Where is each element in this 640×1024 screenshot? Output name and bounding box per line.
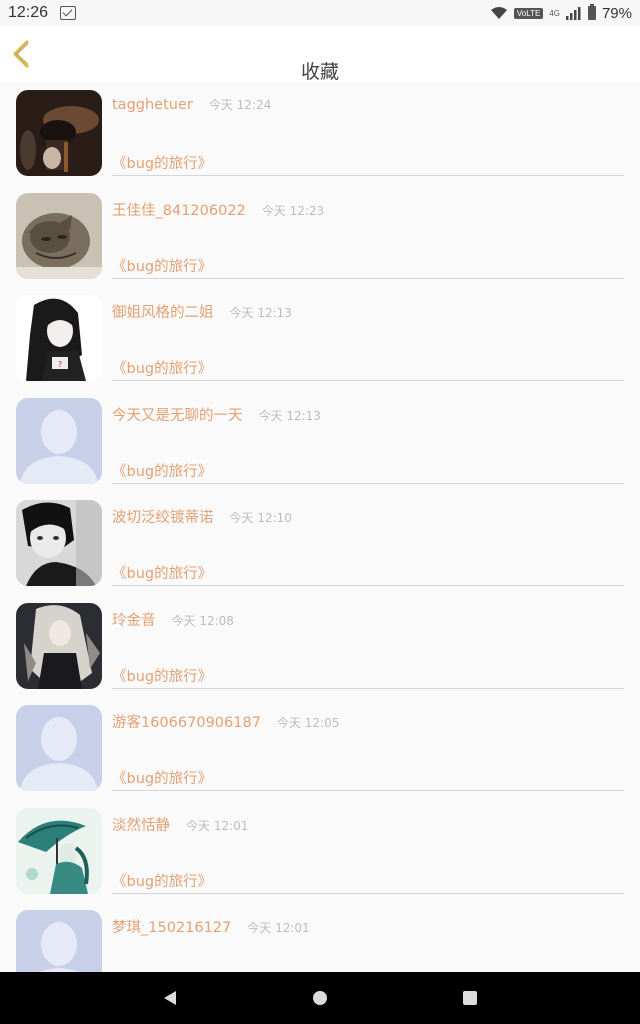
default-avatar[interactable] [16, 705, 102, 791]
favorites-list: tagghetuer 今天 12:24 《bug的旅行》 王佳佳_84120602… [0, 82, 640, 972]
book-title[interactable]: 《bug的旅行》 [112, 562, 212, 583]
user-name: 御姐风格的二姐 [112, 305, 214, 321]
item-name: 玲金音 今天 12:08 [112, 609, 234, 630]
book-title[interactable]: 《bug的旅行》 [112, 870, 212, 891]
home-circle-icon[interactable] [310, 988, 330, 1008]
svg-text:?: ? [58, 360, 62, 369]
item-time: 今天 12:24 [208, 98, 272, 112]
divider [112, 585, 624, 586]
list-item[interactable]: ? 御姐风格的二姐 今天 12:13 《bug的旅行》 [0, 287, 640, 390]
item-time: 今天 12:13 [229, 306, 292, 320]
list-item[interactable]: 游客1606670906187 今天 12:05 《bug的旅行》 [0, 697, 640, 800]
user-name: 王佳佳_841206022 [112, 202, 246, 219]
header: 收藏 [0, 26, 640, 83]
item-name: 今天又是无聊的一天 今天 12:13 [112, 404, 321, 425]
item-name: 御姐风格的二姐 今天 12:13 [112, 301, 292, 322]
divider [112, 892, 624, 894]
anime-silver-hair-avatar[interactable] [16, 602, 102, 689]
book-title[interactable]: 《bug的旅行》 [112, 152, 212, 173]
item-name: 淡然恬静 今天 12:01 [112, 814, 248, 835]
user-name: 梦琪_150216127 [112, 920, 232, 936]
book-title[interactable]: 《bug的旅行》 [112, 665, 212, 686]
book-title[interactable]: 《bug的旅行》 [112, 255, 212, 276]
book-title[interactable]: 《bug的旅行》 [112, 767, 212, 788]
bw-portrait-avatar[interactable] [16, 500, 102, 586]
divider [112, 482, 624, 484]
list-item[interactable]: 王佳佳_841206022 今天 12:23 《bug的旅行》 [0, 185, 640, 288]
divider [112, 277, 624, 279]
notification-icon [60, 6, 77, 20]
item-name: 游客1606670906187 今天 12:05 [112, 711, 339, 732]
user-name: 游客1606670906187 [112, 715, 261, 731]
list-item[interactable]: 今天又是无聊的一天 今天 12:13 《bug的旅行》 [0, 390, 640, 493]
status-bar: 12:26 VoLTE 4G 79% [0, 0, 640, 26]
item-time: 今天 12:13 [258, 408, 321, 423]
list-item[interactable]: 玲金音 今天 12:08 《bug的旅行》 [0, 595, 640, 698]
divider [112, 687, 624, 689]
cat-photo-avatar[interactable] [16, 192, 102, 279]
list-item[interactable]: 淡然恬静 今天 12:01 《bug的旅行》 [0, 800, 640, 903]
user-name: 淡然恬静 [112, 817, 170, 834]
battery-icon [587, 4, 596, 20]
list-item[interactable]: 波切泛绞镀蒂诺 今天 12:10 《bug的旅行》 [0, 492, 640, 595]
back-triangle-icon[interactable] [160, 988, 180, 1008]
user-name: 玲金音 [112, 612, 156, 629]
item-time: 今天 12:23 [261, 203, 325, 218]
status-right: VoLTE 4G 79% [490, 4, 632, 22]
item-time: 今天 12:01 [186, 818, 249, 833]
page-title: 收藏 [300, 61, 339, 83]
system-nav-bar [0, 972, 640, 1024]
item-time: 今天 12:05 [276, 716, 340, 730]
book-title[interactable]: 《bug的旅行》 [112, 357, 212, 378]
divider [112, 175, 624, 176]
item-time: 今天 12:10 [229, 511, 292, 525]
item-name: 波切泛绞镀蒂诺 今天 12:10 [112, 506, 292, 527]
item-time: 今天 12:01 [247, 921, 310, 935]
status-time: 12:26 [8, 4, 49, 21]
list-item[interactable]: 梦琪_150216127 今天 12:01 [0, 902, 640, 972]
anime-girl-avatar[interactable]: ? [16, 295, 102, 381]
umbrella-art-avatar[interactable] [16, 807, 102, 894]
divider [112, 790, 624, 791]
default-avatar[interactable] [16, 397, 102, 484]
item-time: 今天 12:08 [171, 613, 234, 628]
user-name: 今天又是无聊的一天 [112, 407, 243, 424]
default-avatar[interactable] [16, 910, 102, 972]
item-name: 梦琪_150216127 今天 12:01 [112, 916, 310, 937]
list-item[interactable]: tagghetuer 今天 12:24 《bug的旅行》 [0, 82, 640, 185]
wifi-icon [490, 7, 507, 19]
network-type: 4G [549, 8, 560, 18]
signal-icon [565, 6, 581, 20]
volte-badge: VoLTE [513, 7, 544, 19]
dark-photo-avatar[interactable] [16, 90, 102, 176]
user-name: 波切泛绞镀蒂诺 [112, 510, 214, 526]
item-name: tagghetuer 今天 12:24 [112, 96, 271, 113]
battery-percent: 79% [601, 4, 632, 22]
item-name: 王佳佳_841206022 今天 12:23 [112, 199, 324, 220]
divider [112, 380, 624, 381]
recents-square-icon[interactable] [460, 988, 480, 1008]
user-name: tagghetuer [112, 97, 193, 113]
book-title[interactable]: 《bug的旅行》 [112, 460, 212, 481]
